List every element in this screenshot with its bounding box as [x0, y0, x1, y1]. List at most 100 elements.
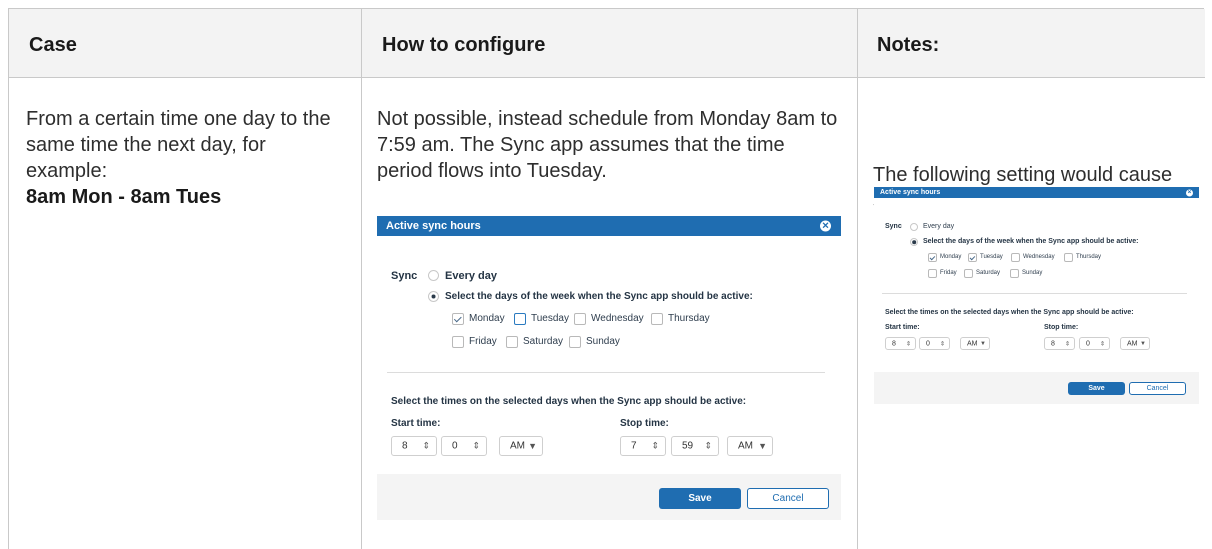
- day-checkbox-thursday[interactable]: [651, 313, 663, 325]
- start-hour-value: 8: [892, 340, 896, 347]
- day-checkbox-saturday[interactable]: [964, 269, 973, 278]
- dialog-title: Active sync hours: [880, 189, 941, 196]
- day-checkbox-sunday[interactable]: [1010, 269, 1019, 278]
- day-checkbox-monday[interactable]: [928, 253, 937, 262]
- stepper-arrows-icon[interactable]: ⇕: [422, 441, 430, 452]
- start-time-label: Start time:: [391, 418, 441, 429]
- column-divider: [361, 9, 362, 549]
- day-label-thursday: Thursday: [1076, 254, 1102, 260]
- day-checkbox-monday[interactable]: [452, 313, 464, 325]
- stop-ampm-select[interactable]: AM ▼: [1120, 337, 1150, 350]
- sync-label: Sync: [885, 223, 902, 230]
- dialog-footer: Save Cancel: [377, 474, 841, 520]
- day-checkbox-tuesday[interactable]: [968, 253, 977, 262]
- every-day-label: Every day: [923, 223, 955, 230]
- day-label-tuesday: Tuesday: [980, 254, 1003, 260]
- start-minute-stepper[interactable]: 0 ⇕: [441, 436, 487, 456]
- day-checkbox-friday[interactable]: [928, 269, 937, 278]
- cancel-button[interactable]: Cancel: [747, 488, 829, 509]
- select-days-label: Select the days of the week when the Syn…: [445, 291, 753, 302]
- stop-ampm-value: AM: [738, 440, 753, 452]
- start-hour-stepper[interactable]: 8 ⇕: [391, 436, 437, 456]
- stop-hour-value: 7: [631, 440, 637, 452]
- times-label: Select the times on the selected days wh…: [391, 396, 747, 407]
- day-checkbox-friday[interactable]: [452, 336, 464, 348]
- header-case: Case: [29, 34, 77, 56]
- header-how-to-configure: How to configure: [382, 34, 546, 56]
- stepper-arrows-icon[interactable]: ⇕: [906, 340, 911, 347]
- stepper-arrows-icon[interactable]: ⇕: [940, 340, 945, 347]
- divider: [882, 293, 1187, 294]
- day-label-tuesday: Tuesday: [531, 313, 569, 324]
- stepper-arrows-icon[interactable]: ⇕: [651, 441, 659, 452]
- every-day-label: Every day: [445, 270, 497, 282]
- stop-minute-value: 59: [682, 440, 694, 452]
- day-checkbox-tuesday[interactable]: [514, 313, 526, 325]
- select-days-radio[interactable]: [428, 291, 439, 302]
- day-label-thursday: Thursday: [668, 313, 710, 324]
- stop-hour-stepper[interactable]: 7 ⇕: [620, 436, 666, 456]
- start-ampm-select[interactable]: AM ▼: [960, 337, 990, 350]
- day-label-saturday: Saturday: [523, 336, 564, 347]
- stop-minute-value: 0: [1086, 340, 1090, 347]
- save-button[interactable]: Save: [1068, 382, 1125, 395]
- active-sync-hours-dialog: Active sync hours ✕ Sync Every day Selec…: [874, 187, 1199, 404]
- every-day-radio[interactable]: [428, 270, 439, 281]
- stepper-arrows-icon[interactable]: ⇕: [1065, 340, 1070, 347]
- case-example: 8am Mon - 8am Tues: [26, 186, 222, 208]
- day-checkbox-saturday[interactable]: [506, 336, 518, 348]
- day-label-monday: Monday: [940, 254, 962, 260]
- dialog-title-bar: Active sync hours ✕: [874, 187, 1199, 198]
- day-label-sunday: Sunday: [1022, 270, 1043, 276]
- day-checkbox-wednesday[interactable]: [1011, 253, 1020, 262]
- dialog-title-bar: Active sync hours ✕: [377, 216, 841, 236]
- comparison-table: Case How to configure Notes: From a cert…: [8, 8, 1205, 549]
- stepper-arrows-icon[interactable]: ⇕: [704, 441, 712, 452]
- stop-minute-stepper[interactable]: 59 ⇕: [671, 436, 719, 456]
- stepper-arrows-icon[interactable]: ⇕: [1100, 340, 1105, 347]
- start-minute-stepper[interactable]: 0 ⇕: [919, 337, 950, 350]
- start-minute-value: 0: [452, 440, 458, 452]
- stop-time-label: Stop time:: [620, 418, 669, 429]
- select-days-label: Select the days of the week when the Syn…: [923, 238, 1139, 245]
- stop-time-label: Stop time:: [1044, 324, 1079, 331]
- case-cell: From a certain time one day to the same …: [26, 106, 336, 210]
- day-checkbox-sunday[interactable]: [569, 336, 581, 348]
- divider: [387, 372, 825, 373]
- sync-label: Sync: [391, 270, 418, 282]
- configure-text: Not possible, instead schedule from Mond…: [377, 108, 838, 182]
- case-description: From a certain time one day to the same …: [26, 108, 331, 182]
- close-icon[interactable]: ✕: [1186, 189, 1193, 196]
- header-notes: Notes:: [877, 34, 940, 56]
- close-icon[interactable]: ✕: [820, 220, 831, 232]
- save-button[interactable]: Save: [659, 488, 741, 509]
- start-ampm-select[interactable]: AM ▼: [499, 436, 543, 456]
- day-label-wednesday: Wednesday: [1023, 254, 1055, 260]
- select-days-radio[interactable]: [910, 238, 918, 246]
- day-label-wednesday: Wednesday: [591, 313, 644, 324]
- times-label: Select the times on the selected days wh…: [885, 309, 1134, 316]
- caret-down-icon: ▼: [528, 441, 537, 451]
- caret-down-icon: ▼: [980, 340, 986, 347]
- dialog-title: Active sync hours: [386, 220, 481, 232]
- day-label-sunday: Sunday: [586, 336, 620, 347]
- stop-hour-value: 8: [1051, 340, 1055, 347]
- day-checkbox-thursday[interactable]: [1064, 253, 1073, 262]
- cancel-button[interactable]: Cancel: [1129, 382, 1186, 395]
- start-ampm-value: AM: [967, 340, 978, 347]
- stop-minute-stepper[interactable]: 0 ⇕: [1079, 337, 1110, 350]
- day-checkbox-wednesday[interactable]: [574, 313, 586, 325]
- table-header-row: Case How to configure Notes:: [9, 9, 1205, 78]
- stepper-arrows-icon[interactable]: ⇕: [472, 441, 480, 452]
- start-time-label: Start time:: [885, 324, 920, 331]
- start-hour-stepper[interactable]: 8 ⇕: [885, 337, 916, 350]
- column-divider: [857, 9, 858, 549]
- stop-hour-stepper[interactable]: 8 ⇕: [1044, 337, 1075, 350]
- caret-down-icon: ▼: [1140, 340, 1146, 347]
- every-day-radio[interactable]: [910, 223, 918, 231]
- stop-ampm-select[interactable]: AM ▼: [727, 436, 773, 456]
- day-label-monday: Monday: [469, 313, 505, 324]
- active-sync-hours-dialog: Active sync hours ✕ Sync Every day Selec…: [377, 216, 841, 520]
- start-ampm-value: AM: [510, 440, 525, 452]
- stop-ampm-value: AM: [1127, 340, 1138, 347]
